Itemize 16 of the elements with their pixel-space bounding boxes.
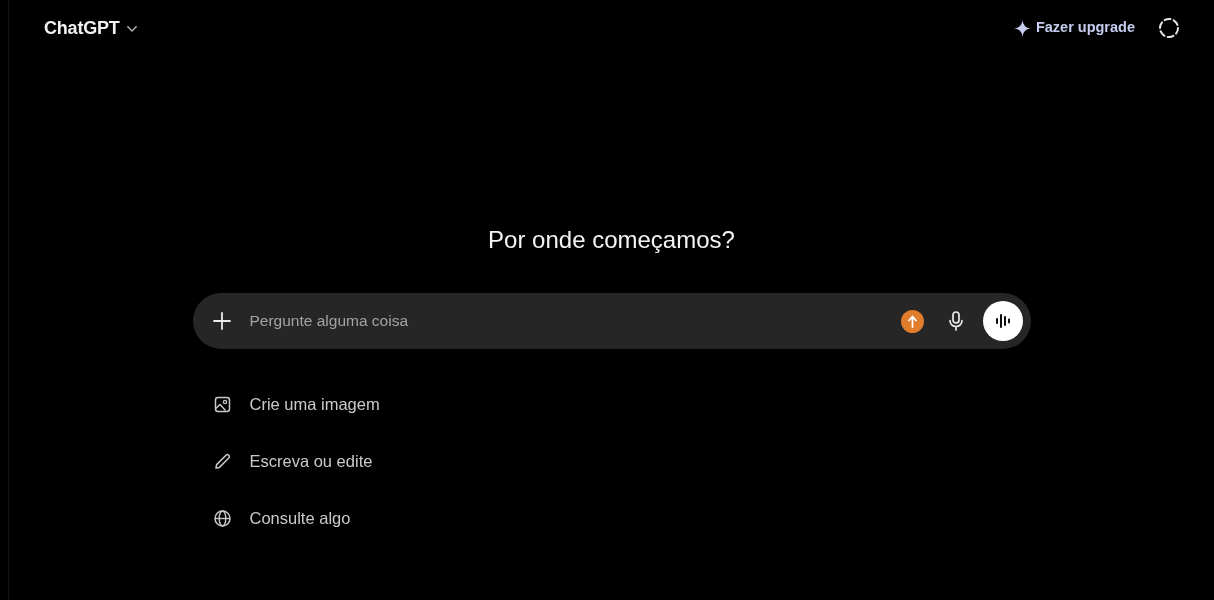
upgrade-button[interactable]: Fazer upgrade <box>1007 13 1141 43</box>
suggestion-item[interactable]: Consulte algo <box>212 498 351 538</box>
sparkle-icon <box>1013 19 1031 37</box>
image-icon <box>212 394 232 414</box>
prompt-input[interactable]: Pergunte alguma coisa <box>249 306 901 336</box>
welcome-heading: Por onde começamos? <box>488 225 735 255</box>
prompt-field[interactable]: Pergunte alguma coisa <box>192 293 1031 349</box>
suggestion-item[interactable]: Crie uma imagem <box>212 384 380 424</box>
app-title[interactable]: ChatGPT <box>44 14 120 42</box>
plus-icon[interactable] <box>210 310 233 332</box>
suggestion-item[interactable]: Escreva ou edite <box>212 441 373 481</box>
voice-mode-button[interactable] <box>982 301 1023 341</box>
globe-icon <box>212 508 232 528</box>
pencil-icon <box>212 451 232 471</box>
dashed-circle-icon[interactable] <box>1158 17 1180 39</box>
chevron-down-icon[interactable] <box>126 26 137 32</box>
